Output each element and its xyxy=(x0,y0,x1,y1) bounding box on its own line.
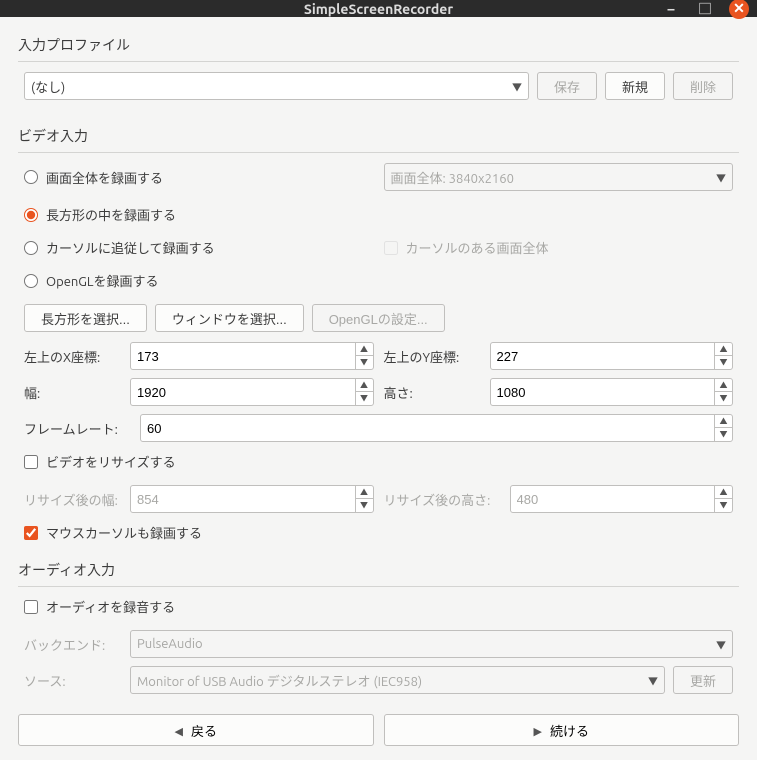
backend-value: PulseAudio xyxy=(137,637,203,651)
radio-cursor[interactable] xyxy=(24,241,38,255)
label-y: 左上のY座標: xyxy=(384,347,482,366)
radio-fullscreen-label: 画面全体を録画する xyxy=(46,168,163,187)
stepper-down-icon[interactable]: ▼ xyxy=(356,356,373,369)
audio-section-title: オーディオ入力 xyxy=(18,560,739,580)
radio-opengl-label: OpenGLを録画する xyxy=(46,271,159,290)
next-button[interactable]: 続ける xyxy=(384,714,740,746)
chk-resize[interactable] xyxy=(24,455,38,469)
profile-selected: (なし) xyxy=(31,77,65,96)
chk-cursor-screen xyxy=(384,241,398,255)
radio-fullscreen[interactable] xyxy=(24,170,38,184)
radio-cursor-label: カーソルに追従して録画する xyxy=(46,238,215,257)
refresh-button: 更新 xyxy=(673,666,733,694)
close-icon[interactable]: ✕ xyxy=(729,0,749,19)
video-section-title: ビデオ入力 xyxy=(18,126,739,146)
back-button[interactable]: 戻る xyxy=(18,714,374,746)
stepper-down-icon[interactable]: ▼ xyxy=(715,392,732,405)
rw-value xyxy=(131,486,355,512)
minimize-icon[interactable]: – xyxy=(661,0,681,19)
fps-input[interactable]: ▲▼ xyxy=(140,414,733,442)
stepper-up-icon[interactable]: ▲ xyxy=(715,343,732,356)
profile-section-title: 入力プロファイル xyxy=(18,35,739,55)
window-title: SimpleScreenRecorder xyxy=(304,1,453,17)
stepper-down-icon[interactable]: ▼ xyxy=(715,356,732,369)
select-window-button[interactable]: ウィンドウを選択... xyxy=(155,304,304,332)
backend-select: PulseAudio ▼ xyxy=(130,630,733,658)
fps-value[interactable] xyxy=(141,415,714,441)
stepper-up-icon: ▲ xyxy=(715,486,732,499)
x-value[interactable] xyxy=(131,343,355,369)
chk-resize-label: ビデオをリサイズする xyxy=(46,452,176,471)
stepper-down-icon[interactable]: ▼ xyxy=(356,392,373,405)
y-input[interactable]: ▲▼ xyxy=(490,342,734,370)
label-x: 左上のX座標: xyxy=(24,347,122,366)
label-rw: リサイズ後の幅: xyxy=(24,490,122,509)
screen-select: 画面全体: 3840x2160 ▼ xyxy=(384,163,734,191)
radio-rect[interactable] xyxy=(24,208,38,222)
stepper-up-icon: ▲ xyxy=(356,486,373,499)
rh-input: ▲▼ xyxy=(510,485,734,513)
arrow-right-icon xyxy=(534,723,542,738)
chk-record-audio[interactable] xyxy=(24,600,38,614)
label-source: ソース: xyxy=(24,671,122,690)
select-rect-button[interactable]: 長方形を選択... xyxy=(24,304,147,332)
label-w: 幅: xyxy=(24,383,122,402)
chevron-down-icon: ▼ xyxy=(716,637,726,652)
opengl-settings-button: OpenGLの設定... xyxy=(312,304,445,332)
radio-opengl[interactable] xyxy=(24,274,38,288)
h-input[interactable]: ▲▼ xyxy=(490,378,734,406)
x-input[interactable]: ▲▼ xyxy=(130,342,374,370)
maximize-icon[interactable]: □ xyxy=(695,0,715,19)
chk-cursor-screen-label: カーソルのある画面全体 xyxy=(406,238,549,257)
chk-record-audio-label: オーディオを録音する xyxy=(46,597,175,616)
chevron-down-icon: ▼ xyxy=(512,79,522,94)
stepper-up-icon[interactable]: ▲ xyxy=(715,415,732,428)
screen-selected: 画面全体: 3840x2160 xyxy=(391,168,514,187)
delete-button: 削除 xyxy=(673,72,733,100)
stepper-up-icon[interactable]: ▲ xyxy=(356,343,373,356)
next-label: 続ける xyxy=(550,721,589,740)
rw-input: ▲▼ xyxy=(130,485,374,513)
w-input[interactable]: ▲▼ xyxy=(130,378,374,406)
stepper-down-icon: ▼ xyxy=(356,499,373,512)
stepper-down-icon[interactable]: ▼ xyxy=(715,428,732,441)
chk-record-cursor-label: マウスカーソルも録画する xyxy=(46,523,202,542)
source-value: Monitor of USB Audio デジタルステレオ (IEC958) xyxy=(137,671,422,690)
profile-select[interactable]: (なし) ▼ xyxy=(24,72,529,100)
radio-rect-label: 長方形の中を録画する xyxy=(46,205,176,224)
stepper-up-icon[interactable]: ▲ xyxy=(715,379,732,392)
rh-value xyxy=(511,486,715,512)
chevron-down-icon: ▼ xyxy=(648,673,658,688)
w-value[interactable] xyxy=(131,379,355,405)
stepper-up-icon[interactable]: ▲ xyxy=(356,379,373,392)
label-backend: バックエンド: xyxy=(24,635,122,654)
label-rh: リサイズ後の高さ: xyxy=(384,490,502,509)
label-h: 高さ: xyxy=(384,383,482,402)
save-button: 保存 xyxy=(537,72,597,100)
y-value[interactable] xyxy=(491,343,715,369)
arrow-left-icon xyxy=(175,723,183,738)
titlebar: SimpleScreenRecorder – □ ✕ xyxy=(0,0,757,17)
chevron-down-icon: ▼ xyxy=(716,170,726,185)
chk-record-cursor[interactable] xyxy=(24,526,38,540)
label-fps: フレームレート: xyxy=(24,419,132,438)
h-value[interactable] xyxy=(491,379,715,405)
source-select: Monitor of USB Audio デジタルステレオ (IEC958) ▼ xyxy=(130,666,665,694)
new-button[interactable]: 新規 xyxy=(605,72,665,100)
stepper-down-icon: ▼ xyxy=(715,499,732,512)
back-label: 戻る xyxy=(191,721,217,740)
